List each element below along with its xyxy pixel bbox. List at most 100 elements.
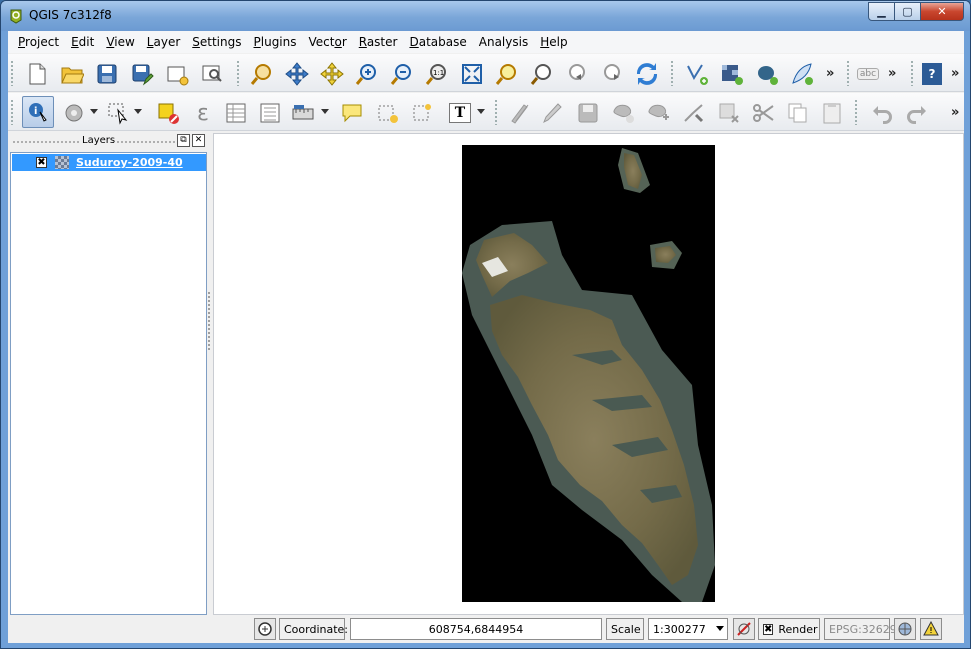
copy-features-icon[interactable] xyxy=(784,99,812,127)
zoom-full-icon[interactable] xyxy=(458,60,486,88)
toolbar-overflow-chevron[interactable]: » xyxy=(951,66,959,81)
deselect-icon[interactable] xyxy=(154,99,182,127)
attribute-table-icon[interactable] xyxy=(222,99,250,127)
open-project-icon[interactable] xyxy=(58,60,86,88)
coordinate-field[interactable]: 608754,6844954 xyxy=(350,618,602,640)
refresh-icon[interactable] xyxy=(633,60,661,88)
layers-panel-title: Layers xyxy=(80,135,118,146)
node-tool-icon[interactable] xyxy=(680,99,708,127)
minimize-button[interactable]: ▁ xyxy=(868,2,895,21)
layer-name[interactable]: Suduroy-2009-40 xyxy=(76,156,183,169)
map-canvas[interactable] xyxy=(213,133,964,615)
toolbar-handle[interactable] xyxy=(854,99,858,125)
menu-analysis[interactable]: Analysis xyxy=(473,35,534,49)
measure-icon[interactable] xyxy=(289,99,317,127)
menu-help[interactable]: Help xyxy=(534,35,573,49)
menu-project[interactable]: Project xyxy=(12,35,65,49)
close-window-button[interactable]: ✕ xyxy=(920,2,964,21)
save-as-icon[interactable] xyxy=(128,60,156,88)
toolbar-handle[interactable] xyxy=(494,99,498,125)
toolbar-overflow-chevron[interactable]: » xyxy=(826,66,834,81)
cut-features-icon[interactable] xyxy=(750,99,778,127)
layer-item[interactable]: ✖ Suduroy-2009-40 xyxy=(12,154,206,171)
toggle-extents-icon[interactable] xyxy=(254,618,276,640)
zoom-to-layer-icon[interactable] xyxy=(528,60,556,88)
messages-warning-icon[interactable] xyxy=(920,618,942,640)
qgis-window: QGIS 7c312f8 ▁ ▢ ✕ Project Edit View Lay… xyxy=(0,0,971,649)
show-bookmarks-icon[interactable] xyxy=(409,99,437,127)
raster-image[interactable] xyxy=(462,145,715,602)
text-annotation-icon[interactable]: T xyxy=(446,99,474,127)
move-feature-icon[interactable] xyxy=(645,99,673,127)
add-spatialite-layer-icon[interactable] xyxy=(788,60,816,88)
zoom-next-icon[interactable] xyxy=(598,60,626,88)
menu-plugins[interactable]: Plugins xyxy=(248,35,303,49)
redo-icon[interactable] xyxy=(903,99,931,127)
pan-map-icon[interactable] xyxy=(248,60,276,88)
new-project-icon[interactable] xyxy=(23,60,51,88)
zoom-last-icon[interactable] xyxy=(563,60,591,88)
add-vector-layer-icon[interactable] xyxy=(683,60,711,88)
toolbar-overflow-chevron[interactable]: » xyxy=(888,66,896,81)
label-icon[interactable]: abc xyxy=(854,60,882,88)
toolbar-handle[interactable] xyxy=(846,60,850,86)
crs-status-button[interactable]: EPSG:32629 xyxy=(824,618,897,640)
menu-database[interactable]: Database xyxy=(403,35,472,49)
toolbar-handle[interactable] xyxy=(10,60,14,86)
crs-icon[interactable] xyxy=(894,618,916,640)
add-postgis-layer-icon[interactable] xyxy=(753,60,781,88)
stop-render-icon[interactable] xyxy=(733,618,755,640)
new-bookmark-icon[interactable] xyxy=(374,99,402,127)
close-panel-icon[interactable]: ✕ xyxy=(192,134,205,147)
maximize-button[interactable]: ▢ xyxy=(894,2,921,21)
save-project-icon[interactable] xyxy=(93,60,121,88)
identify-icon[interactable]: i xyxy=(22,96,54,128)
select-feature-icon[interactable] xyxy=(104,99,132,127)
digitize-icon[interactable] xyxy=(538,99,566,127)
toolbar-handle[interactable] xyxy=(670,60,674,86)
toolbar-handle[interactable] xyxy=(910,60,914,86)
pan-to-selection-icon[interactable] xyxy=(283,60,311,88)
toolbar-handle[interactable] xyxy=(236,60,240,86)
expression-icon[interactable]: ε xyxy=(189,99,217,127)
menu-raster[interactable]: Raster xyxy=(353,35,404,49)
help-icon[interactable]: ? xyxy=(918,60,946,88)
map-tips-icon[interactable] xyxy=(338,99,366,127)
delete-selected-icon[interactable] xyxy=(715,99,743,127)
toggle-editing-icon[interactable] xyxy=(506,99,534,127)
menu-settings[interactable]: Settings xyxy=(186,35,247,49)
measure-dropdown-arrow[interactable] xyxy=(321,109,329,114)
float-panel-icon[interactable]: ⧉ xyxy=(177,134,190,147)
toolbar-overflow-chevron[interactable]: » xyxy=(951,105,959,120)
layers-panel-header[interactable]: Layers ⧉ ✕ xyxy=(10,133,208,150)
menu-view[interactable]: View xyxy=(100,35,140,49)
undo-icon[interactable] xyxy=(868,99,896,127)
menu-vector[interactable]: Vector xyxy=(303,35,353,49)
layers-tree[interactable]: ✖ Suduroy-2009-40 xyxy=(10,152,207,615)
layer-visibility-checkbox[interactable]: ✖ xyxy=(36,157,47,168)
render-checkbox[interactable]: ✖ Render xyxy=(758,618,820,640)
save-edits-icon[interactable] xyxy=(574,99,602,127)
scale-combobox[interactable]: 1:300277 xyxy=(648,618,728,640)
field-calculator-icon[interactable] xyxy=(256,99,284,127)
composer-manager-icon[interactable] xyxy=(198,60,226,88)
chevron-down-icon[interactable] xyxy=(716,626,724,631)
add-feature-icon[interactable] xyxy=(610,99,638,127)
action-dropdown-arrow[interactable] xyxy=(90,109,98,114)
zoom-to-selection-icon[interactable] xyxy=(493,60,521,88)
action-icon[interactable] xyxy=(60,99,88,127)
menu-edit[interactable]: Edit xyxy=(65,35,100,49)
pan-to-selected-icon[interactable] xyxy=(318,60,346,88)
zoom-in-icon[interactable] xyxy=(353,60,381,88)
zoom-native-icon[interactable]: 1:1 xyxy=(423,60,451,88)
title-bar[interactable]: QGIS 7c312f8 ▁ ▢ ✕ xyxy=(1,1,970,31)
panel-splitter[interactable] xyxy=(207,291,211,351)
add-raster-layer-icon[interactable] xyxy=(718,60,746,88)
paste-features-icon[interactable] xyxy=(818,99,846,127)
annotation-dropdown-arrow[interactable] xyxy=(477,109,485,114)
menu-layer[interactable]: Layer xyxy=(141,35,186,49)
select-dropdown-arrow[interactable] xyxy=(134,109,142,114)
toolbar-handle[interactable] xyxy=(10,99,14,125)
zoom-out-icon[interactable] xyxy=(388,60,416,88)
new-print-composer-icon[interactable] xyxy=(163,60,191,88)
